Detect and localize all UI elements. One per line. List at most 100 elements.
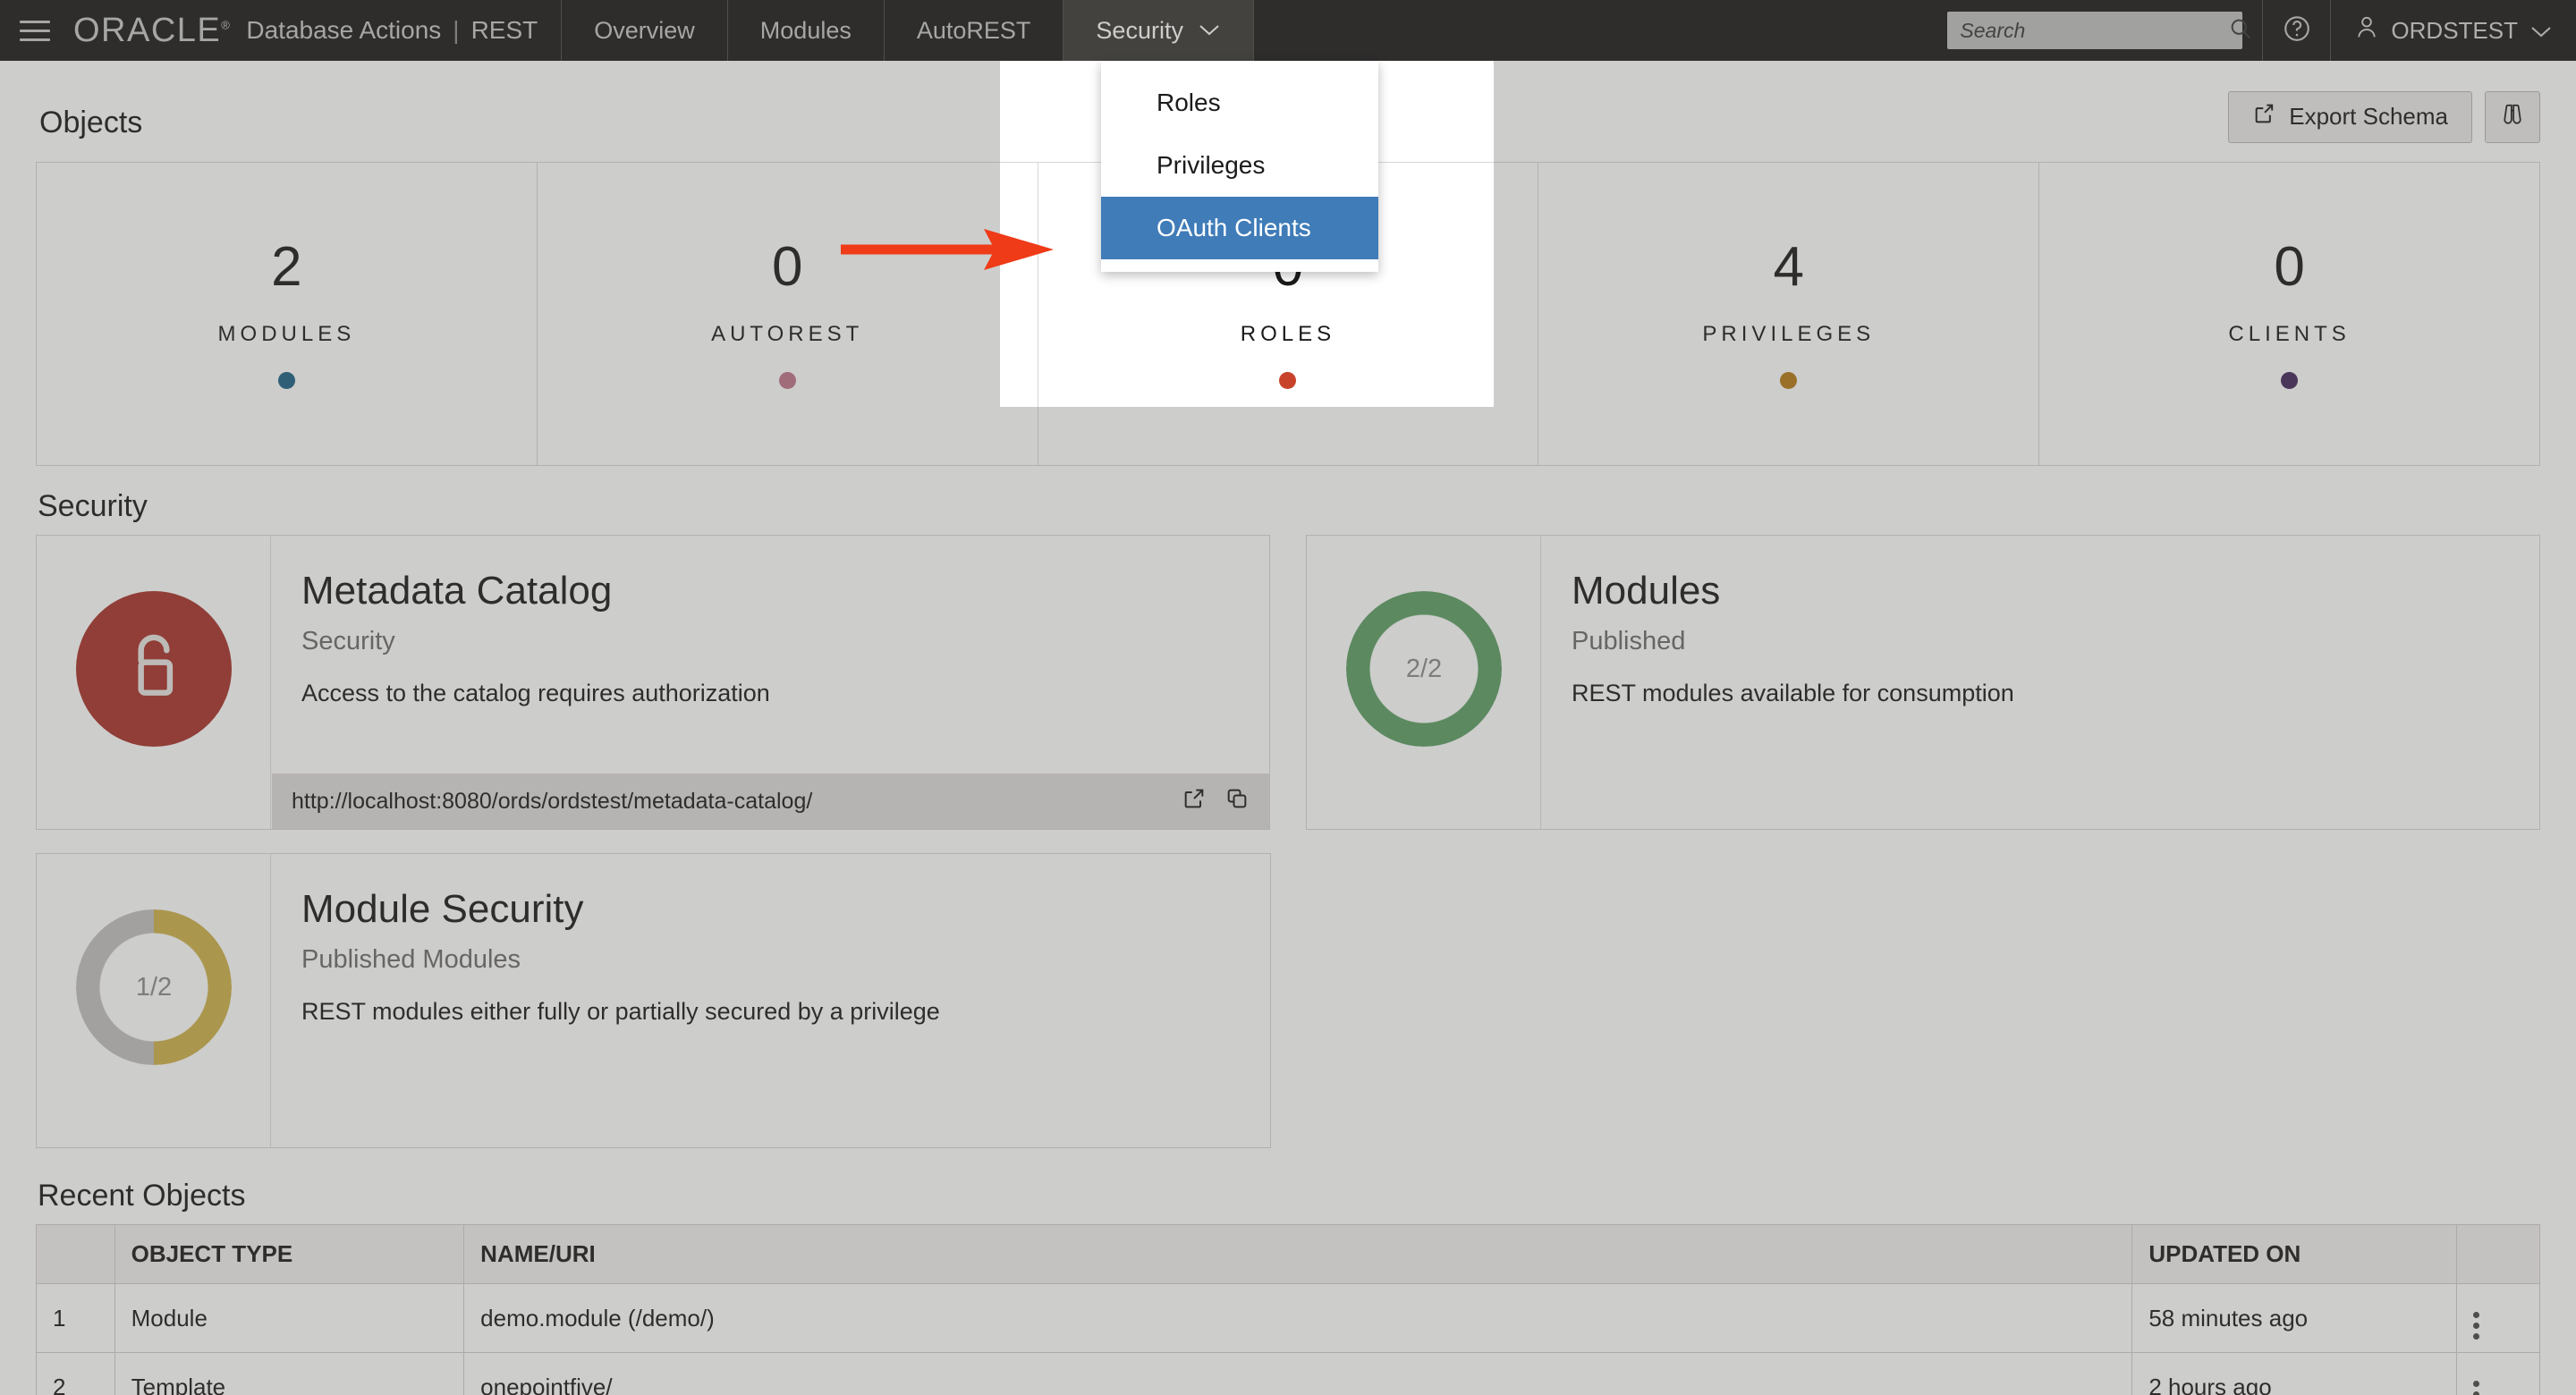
tab-security-label: Security — [1096, 17, 1183, 45]
stat-label: PRIVILEGES — [1702, 322, 1875, 347]
stat-dot-autorest — [779, 372, 796, 389]
card-title: Module Security — [301, 888, 1234, 931]
col-header-updated[interactable]: UPDATED ON — [2132, 1225, 2457, 1284]
security-cards-row-1: Metadata Catalog Security Access to the … — [36, 535, 2540, 830]
external-link-icon[interactable] — [1182, 786, 1207, 817]
menu-item-roles[interactable]: Roles — [1101, 72, 1378, 134]
row-updated: 58 minutes ago — [2132, 1284, 2457, 1353]
modules-ring-label: 2/2 — [1307, 591, 1541, 747]
stat-card-clients[interactable]: 0 CLIENTS — [2039, 163, 2539, 465]
row-index: 1 — [37, 1284, 115, 1353]
recent-objects-title: Recent Objects — [38, 1179, 2540, 1213]
kebab-icon[interactable] — [2473, 1312, 2479, 1340]
row-index: 2 — [37, 1353, 115, 1395]
col-header-name[interactable]: NAME/URI — [464, 1225, 2132, 1284]
stat-value: 2 — [271, 240, 301, 295]
url-action-icons — [1182, 786, 1250, 817]
brand: ORACLE® Database Actions | REST — [73, 12, 538, 50]
stat-dot-privileges — [1780, 372, 1797, 389]
top-navigation-bar: ORACLE® Database Actions | REST Overview… — [0, 0, 2576, 61]
app-root: Objects Export Schema — [0, 0, 2576, 1395]
card-body: Module Security Published Modules REST m… — [271, 854, 1270, 1147]
registered-mark: ® — [221, 18, 231, 31]
card-title: Modules — [1572, 570, 2504, 613]
card-title: Metadata Catalog — [301, 570, 1233, 613]
row-updated: 2 hours ago — [2132, 1353, 2457, 1395]
tab-overview-label: Overview — [594, 17, 695, 45]
stat-value: 4 — [1774, 240, 1804, 295]
col-header-actions — [2457, 1225, 2540, 1284]
stat-value: 0 — [772, 240, 802, 295]
tab-overview[interactable]: Overview — [561, 0, 727, 61]
module-security-card[interactable]: 1/2 Module Security Published Modules RE… — [36, 853, 1271, 1148]
table-row[interactable]: 2 Template onepointfive/ 2 hours ago — [37, 1353, 2540, 1395]
card-icon-column — [37, 536, 271, 829]
search-icon[interactable] — [2228, 16, 2253, 46]
card-body: Modules Published REST modules available… — [1541, 536, 2539, 829]
module-security-ring-label: 1/2 — [37, 909, 271, 1065]
modules-published-card[interactable]: 2/2 Modules Published REST modules avail… — [1306, 535, 2540, 830]
security-dropdown-menu: Roles Privileges OAuth Clients — [1101, 61, 1378, 272]
chevron-down-icon — [1198, 21, 1221, 40]
stat-card-privileges[interactable]: 4 PRIVILEGES — [1538, 163, 2039, 465]
chevron-down-icon — [2529, 17, 2553, 45]
stat-dot-roles — [1279, 372, 1296, 389]
table-header-row: OBJECT TYPE NAME/URI UPDATED ON — [37, 1225, 2540, 1284]
card-subtitle: Published Modules — [301, 945, 1234, 975]
stat-dot-clients — [2281, 372, 2298, 389]
security-cards-row-2: 1/2 Module Security Published Modules RE… — [36, 853, 2540, 1148]
row-actions — [2457, 1353, 2540, 1395]
user-name-label: ORDSTEST — [2391, 17, 2518, 45]
row-name: onepointfive/ — [464, 1353, 2132, 1395]
user-icon — [2354, 14, 2379, 47]
help-button[interactable] — [2262, 0, 2330, 61]
tab-modules-label: Modules — [760, 17, 852, 45]
unlock-icon-badge — [76, 591, 232, 747]
tab-modules[interactable]: Modules — [727, 0, 884, 61]
hamburger-icon[interactable] — [20, 17, 50, 44]
table-row[interactable]: 1 Module demo.module (/demo/) 58 minutes… — [37, 1284, 2540, 1353]
card-icon-column: 2/2 — [1307, 536, 1541, 829]
export-schema-label: Export Schema — [2289, 103, 2448, 131]
menu-item-oauth-clients-label: OAuth Clients — [1157, 214, 1311, 242]
export-schema-button[interactable]: Export Schema — [2228, 91, 2472, 143]
search-box[interactable] — [1947, 12, 2242, 49]
card-icon-column: 1/2 — [37, 854, 271, 1147]
col-header-type[interactable]: OBJECT TYPE — [114, 1225, 464, 1284]
kebab-icon[interactable] — [2473, 1381, 2479, 1395]
stat-label: AUTOREST — [711, 322, 863, 347]
unlock-icon — [117, 629, 191, 710]
metadata-catalog-card[interactable]: Metadata Catalog Security Access to the … — [36, 535, 1270, 830]
spacer — [1307, 853, 2540, 1148]
topbar-left: ORACLE® Database Actions | REST — [0, 0, 561, 61]
stat-value: 0 — [2274, 240, 2304, 295]
binoculars-icon — [2499, 102, 2526, 131]
tab-autorest[interactable]: AutoREST — [884, 0, 1063, 61]
card-description: REST modules either fully or partially s… — [301, 998, 1234, 1026]
menu-item-privileges[interactable]: Privileges — [1101, 134, 1378, 197]
tab-autorest-label: AutoREST — [917, 17, 1031, 45]
security-title: Security — [38, 489, 2540, 524]
menu-item-oauth-clients[interactable]: OAuth Clients — [1101, 197, 1378, 259]
metadata-catalog-url: http://localhost:8080/ords/ordstest/meta… — [292, 789, 1182, 815]
card-url-bar: http://localhost:8080/ords/ordstest/meta… — [272, 774, 1269, 829]
topbar-spacer — [1254, 0, 1928, 61]
stat-card-modules[interactable]: 2 MODULES — [37, 163, 538, 465]
stat-label: MODULES — [218, 322, 356, 347]
tab-security[interactable]: Security — [1063, 0, 1254, 61]
stat-label: CLIENTS — [2228, 322, 2350, 347]
oracle-logo: ORACLE® — [73, 12, 231, 50]
topbar-right: ORDSTEST — [1928, 0, 2576, 61]
nav-tabs: Overview Modules AutoREST Security — [561, 0, 1254, 61]
search-area — [1928, 0, 2262, 61]
card-description: REST modules available for consumption — [1572, 680, 2504, 707]
menu-item-roles-label: Roles — [1157, 89, 1221, 117]
oracle-wordmark: ORACLE — [73, 12, 221, 49]
search-input[interactable] — [1960, 19, 2228, 43]
stat-card-autorest[interactable]: 0 AUTOREST — [538, 163, 1038, 465]
row-name: demo.module (/demo/) — [464, 1284, 2132, 1353]
user-menu-button[interactable]: ORDSTEST — [2330, 0, 2576, 61]
card-subtitle: Published — [1572, 627, 2504, 656]
preview-button[interactable] — [2485, 91, 2540, 143]
copy-icon[interactable] — [1224, 786, 1250, 817]
